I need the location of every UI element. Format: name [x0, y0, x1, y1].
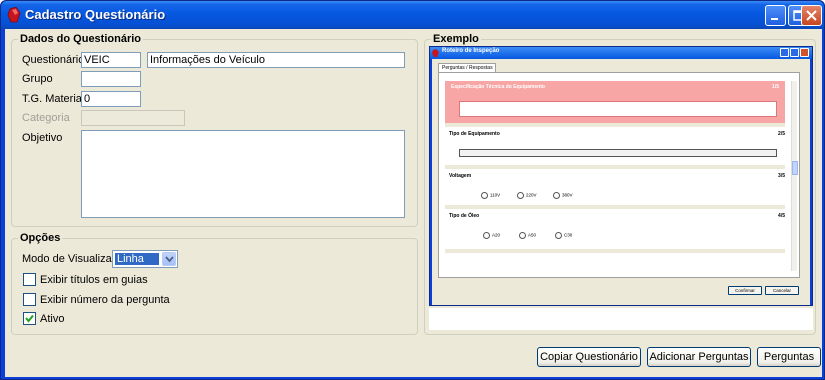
preview-separator	[445, 165, 785, 169]
opcoes-legend: Opções	[18, 232, 63, 244]
preview-cancel-button: Cancelar	[765, 286, 799, 295]
preview-question-title: Tipo de Equipamento 2/5	[449, 131, 787, 137]
minimize-icon	[771, 18, 778, 20]
objetivo-label: Objetivo	[22, 132, 63, 144]
categoria-field	[81, 110, 185, 126]
questionario-description-field[interactable]: Informações do Veículo	[147, 52, 405, 68]
preview-answer-box	[459, 101, 777, 117]
opcoes-groupbox: Opções Modo de Visualização Linha Exibir…	[11, 232, 418, 335]
preview-question-title: Voltagem 3/5	[449, 173, 787, 179]
preview-question-number: 3/5	[778, 173, 785, 179]
modo-visualizacao-select[interactable]: Linha	[112, 250, 178, 268]
grupo-field[interactable]	[81, 71, 141, 87]
chevron-down-icon	[165, 256, 174, 263]
preview-question-number: 1/5	[772, 84, 779, 90]
preview-app-icon	[432, 49, 439, 57]
categoria-label: Categoria	[22, 112, 70, 124]
preview-question-selected: Especificação Técnica do Equipamento 1/5	[445, 81, 785, 123]
preview-radio-option: C30	[555, 232, 572, 239]
preview-client: Perguntas / Respostas Especificação Técn…	[432, 59, 810, 305]
preview-question-title-text: Tipo de Equipamento	[449, 131, 500, 137]
preview-window-title: Roteiro de Inspeção	[442, 48, 500, 54]
preview-separator	[445, 123, 785, 127]
title-bar[interactable]: Cadastro Questionário	[1, 1, 824, 29]
perguntas-button[interactable]: Perguntas	[757, 347, 821, 367]
exibir-numero-label[interactable]: Exibir número da pergunta	[40, 294, 170, 306]
ativo-checkbox[interactable]	[23, 312, 36, 325]
example-preview-window: Roteiro de Inspeção Perguntas / Resposta…	[429, 46, 813, 306]
preview-question-title: Tipo de Óleo 4/5	[449, 213, 787, 219]
exemplo-legend: Exemplo	[431, 33, 481, 45]
preview-question-number: 2/5	[778, 131, 785, 137]
preview-question-list: Especificação Técnica do Equipamento 1/5…	[445, 81, 787, 271]
preview-confirm-button: Confirmar	[728, 286, 762, 295]
minimize-button[interactable]	[765, 5, 786, 26]
dados-groupbox: Dados do Questionário Questionário VEIC …	[11, 33, 418, 227]
exibir-titulos-checkbox[interactable]	[23, 273, 36, 286]
preview-radio-option: A20	[483, 232, 500, 239]
modo-visualizacao-value: Linha	[115, 253, 159, 265]
exemplo-blank-area	[429, 308, 813, 330]
window-client-area: Dados do Questionário Questionário VEIC …	[5, 29, 822, 377]
preview-title-bar: Roteiro de Inspeção	[430, 47, 812, 59]
preview-radio-option: 380V	[553, 192, 573, 199]
tg-material-field[interactable]: 0	[81, 91, 141, 107]
questionario-code-field[interactable]: VEIC	[81, 52, 141, 68]
preview-radio-option: A50	[519, 232, 536, 239]
dados-legend: Dados do Questionário	[18, 33, 144, 45]
preview-close-icon	[800, 48, 809, 57]
adicionar-perguntas-button[interactable]: Adicionar Perguntas	[647, 347, 751, 367]
questionario-label: Questionário	[22, 54, 85, 66]
preview-separator	[445, 205, 785, 209]
preview-question-title-text: Tipo de Óleo	[449, 213, 480, 219]
tg-material-label: T.G. Material	[22, 93, 85, 105]
preview-question-title: Especificação Técnica do Equipamento	[451, 84, 545, 90]
window-title: Cadastro Questionário	[25, 7, 166, 22]
exibir-numero-checkbox[interactable]	[23, 293, 36, 306]
exibir-titulos-label[interactable]: Exibir títulos em guias	[40, 274, 148, 286]
preview-question-number: 4/5	[778, 213, 785, 219]
checkmark-icon	[25, 314, 34, 323]
preview-separator	[445, 249, 785, 253]
preview-scrollbar	[791, 81, 798, 271]
preview-radio-option: 110V	[481, 192, 500, 199]
dropdown-arrow[interactable]	[162, 252, 176, 266]
copiar-questionario-button[interactable]: Copiar Questionário	[537, 347, 641, 367]
preview-panel: Especificação Técnica do Equipamento 1/5…	[438, 72, 800, 278]
app-icon	[7, 7, 21, 23]
close-button[interactable]	[801, 5, 822, 26]
preview-minimize-icon	[780, 48, 789, 57]
preview-radio-option: 220V	[517, 192, 537, 199]
ativo-label[interactable]: Ativo	[40, 313, 64, 325]
close-icon	[806, 10, 817, 21]
preview-answer-box	[459, 149, 777, 157]
grupo-label: Grupo	[22, 73, 53, 85]
preview-question-title-text: Voltagem	[449, 173, 472, 179]
objetivo-textarea[interactable]	[81, 130, 405, 218]
preview-scroll-thumb	[792, 161, 798, 175]
main-window: Cadastro Questionário Dados do Questioná…	[0, 0, 825, 380]
preview-maximize-icon	[790, 48, 799, 57]
